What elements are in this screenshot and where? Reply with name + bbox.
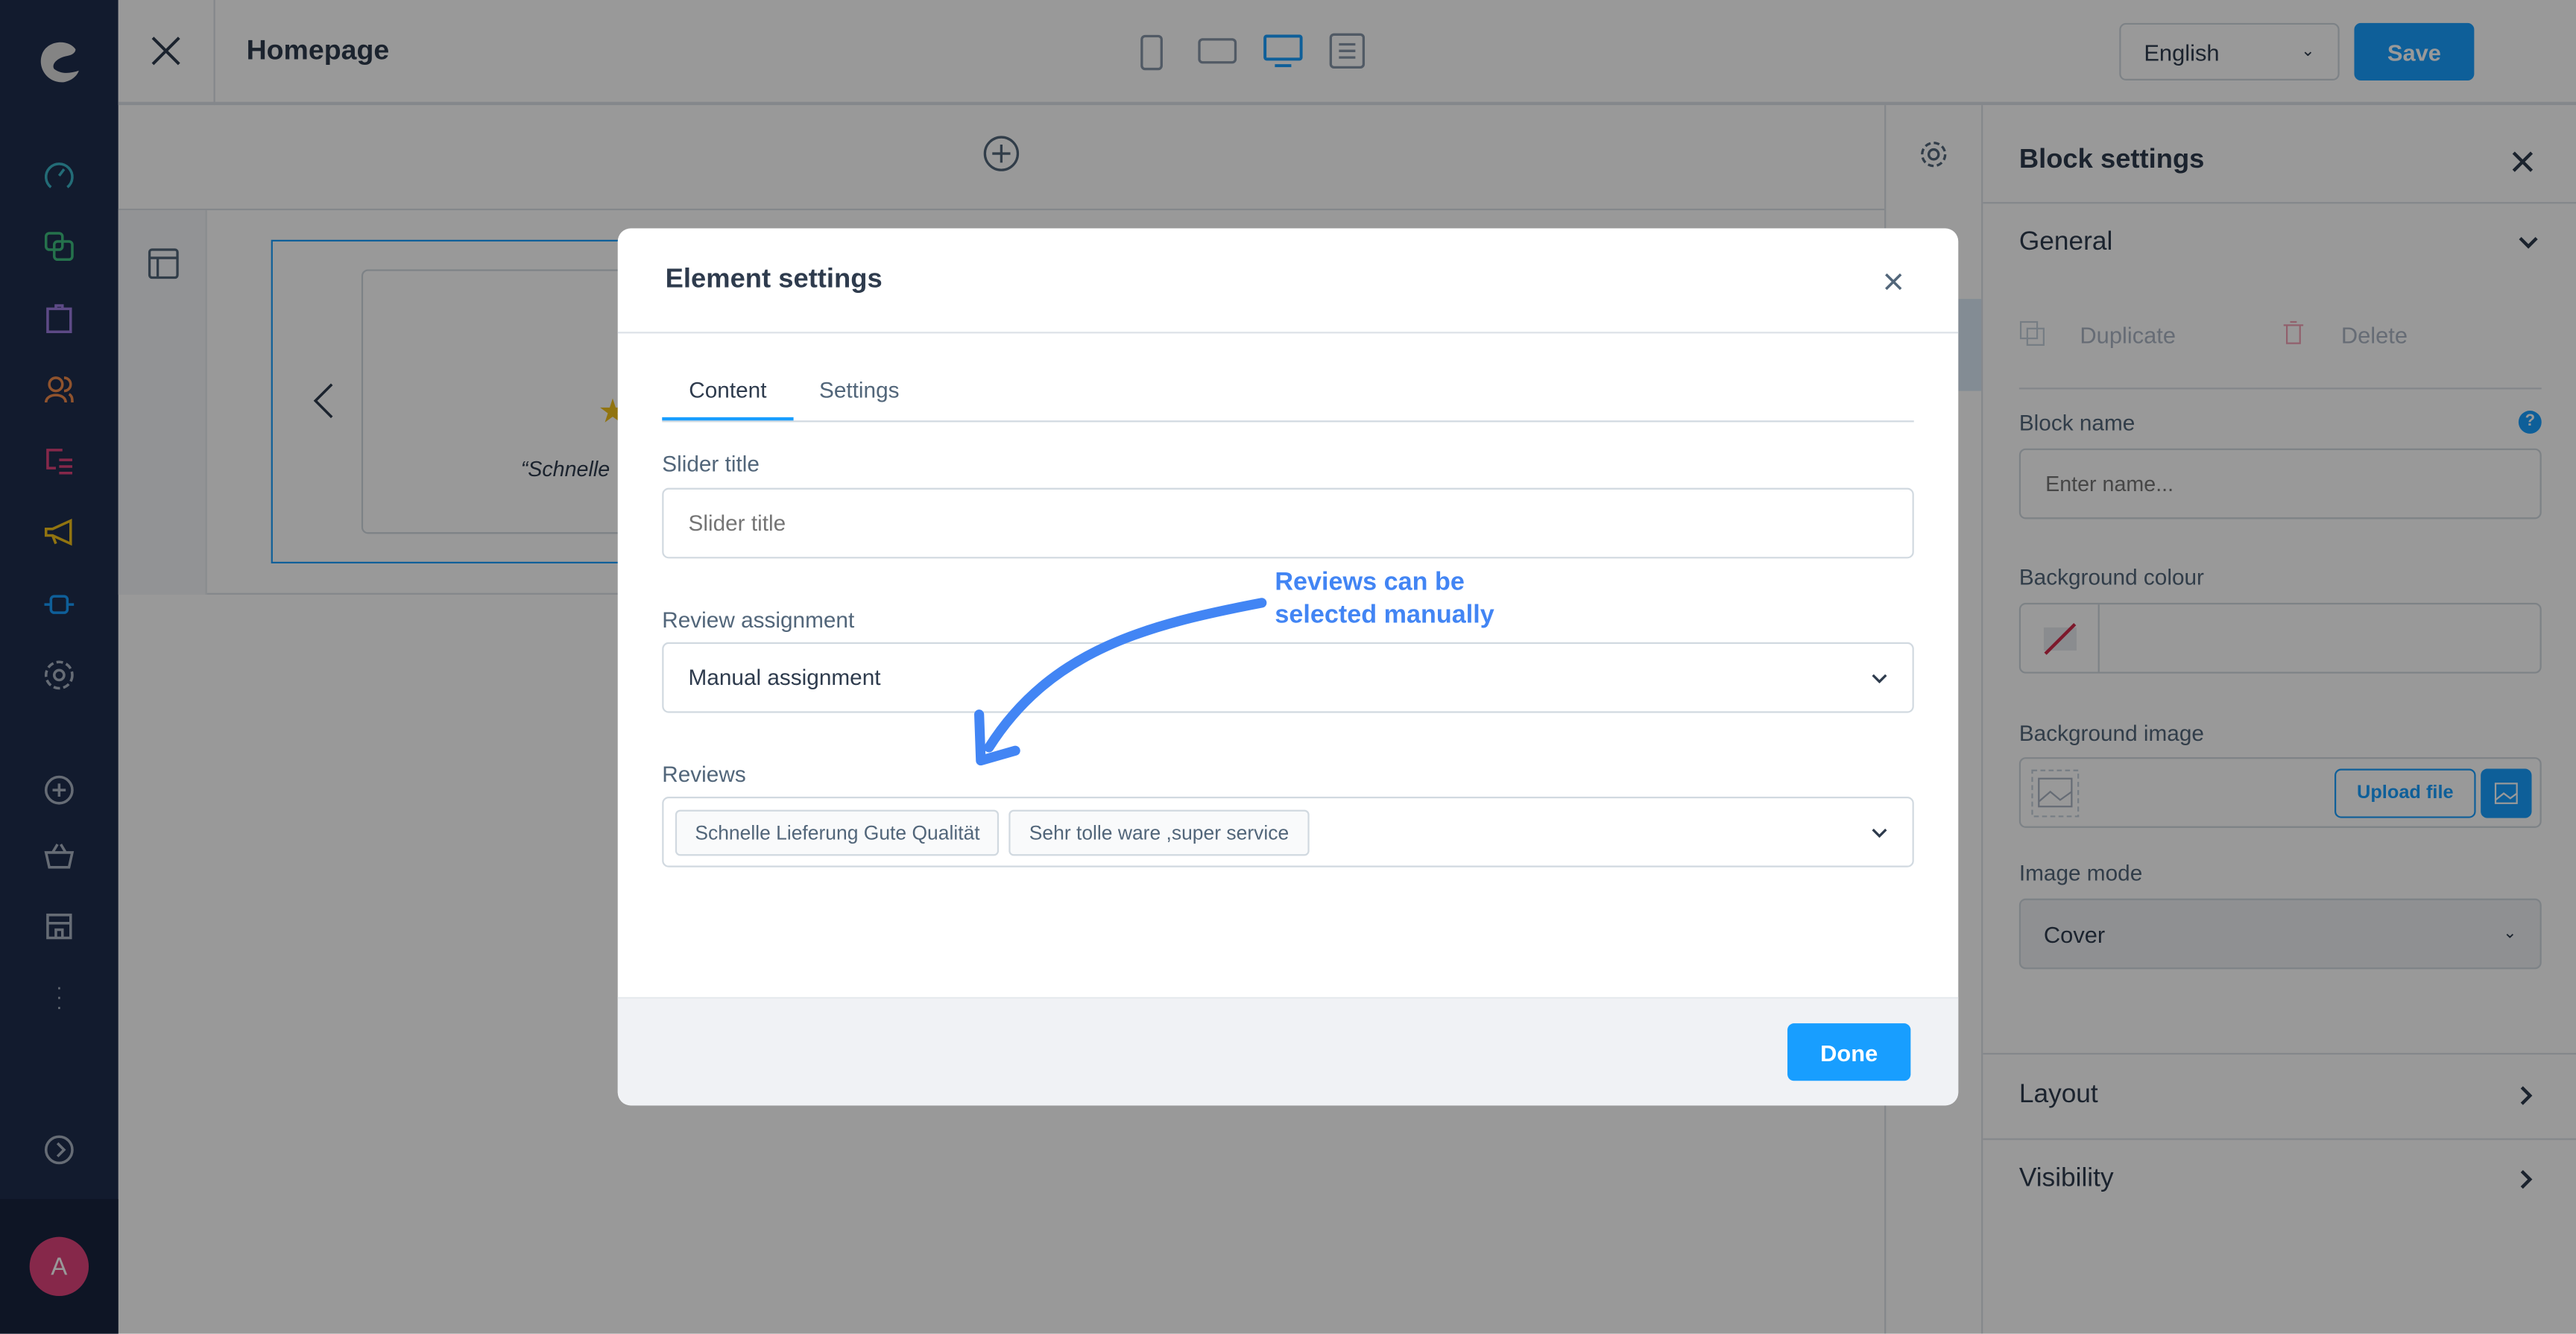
annotation-arrow-icon [974,598,1267,766]
annotation-line-2: selected manually [1275,601,1494,630]
close-modal-icon[interactable] [1884,273,1902,291]
tab-content[interactable]: Content [662,378,793,402]
chevron-down-icon [1872,673,1887,683]
element-settings-modal: Element settings Content Settings Slider… [617,228,1959,1106]
done-button[interactable]: Done [1787,1023,1911,1081]
review-assignment-select[interactable]: Manual assignment [662,642,1914,713]
review-assignment-label: Review assignment [662,607,855,633]
review-tag[interactable]: Sehr tolle ware ,super service [1009,809,1309,856]
chevron-down-icon [1872,827,1887,837]
annotation-line-1: Reviews can be [1275,568,1465,597]
slider-title-input[interactable] [662,487,1914,559]
reviews-label: Reviews [662,762,746,787]
slider-title-label: Slider title [662,452,760,477]
modal-footer [617,996,1959,1106]
modal-title: Element settings [665,264,883,294]
reviews-multiselect[interactable]: Schnelle Lieferung Gute Qualität Sehr to… [662,796,1914,867]
divider [617,332,1959,334]
active-tab-indicator [662,417,794,421]
tab-settings[interactable]: Settings [794,378,925,402]
review-tag[interactable]: Schnelle Lieferung Gute Qualität [675,809,1000,856]
review-assignment-value: Manual assignment [688,665,881,690]
tab-bar-line [662,420,1914,423]
annotation-text: Reviews can be selected manually [1275,566,1494,632]
